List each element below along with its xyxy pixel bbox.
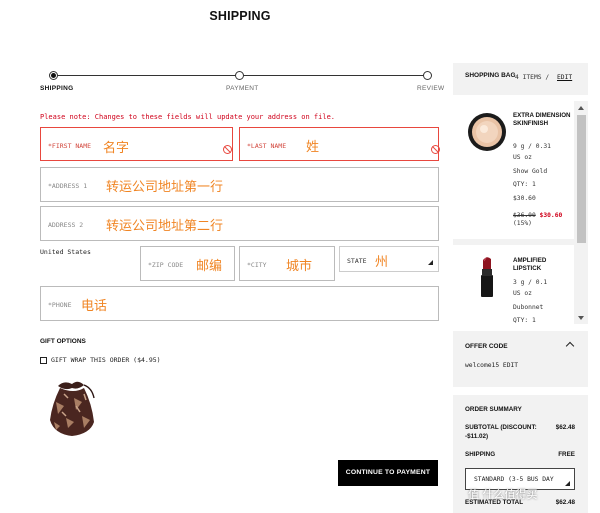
gift-bag-image <box>50 381 95 436</box>
phone-value: 电话 <box>81 299 108 314</box>
shipping-label: SHIPPING <box>465 451 496 458</box>
item-size: 3 g / 0.1 <box>513 279 548 286</box>
address1-field[interactable]: *ADDRESS 1 转运公司地址第一行 <box>40 167 439 202</box>
zip-code-value: 邮编 <box>196 259 223 274</box>
state-value: 州 <box>375 255 389 270</box>
address-note: Please note: Changes to these fields wil… <box>40 113 336 121</box>
last-name-value: 姓 <box>306 140 320 155</box>
item-sale-price: $30.60 <box>539 212 563 219</box>
address1-label: *ADDRESS 1 <box>48 182 88 190</box>
state-select[interactable]: STATE 州 <box>339 246 439 272</box>
item-price: $30.60 <box>513 195 536 202</box>
step-dot-review <box>423 71 432 80</box>
item-qty: QTY: 1 <box>513 181 536 188</box>
item-name: AMPLIFIED LIPSTICK <box>513 257 547 272</box>
shipping-value: FREE <box>558 451 575 458</box>
chevron-up-icon[interactable] <box>565 341 575 351</box>
item-shade: Show Gold <box>513 168 548 175</box>
bag-scrollbar[interactable] <box>574 101 588 324</box>
offer-code-panel: OFFER CODE welcome15 EDIT <box>453 331 588 387</box>
address1-value: 转运公司地址第一行 <box>106 180 224 195</box>
watermark: 值 什么值得买 <box>468 488 538 501</box>
subtotal-label-line2: -$11.02) <box>465 432 489 440</box>
item-unit: US oz <box>513 290 532 297</box>
state-label: STATE <box>347 257 367 265</box>
gift-wrap-option[interactable]: GIFT WRAP THIS ORDER ($4.95) <box>40 355 161 365</box>
shopping-bag-header: SHOPPING BAG 4 ITEMS / EDIT <box>453 63 588 95</box>
bag-item: AMPLIFIED LIPSTICK 3 g / 0.1 US oz Dubon… <box>453 245 574 324</box>
step-label-payment[interactable]: PAYMENT <box>226 85 259 92</box>
dropdown-caret-icon <box>565 481 570 486</box>
last-name-label: *LAST NAME <box>247 142 287 150</box>
item-name: EXTRA DIMENSION SKINFINISH <box>513 112 571 127</box>
address2-label: ADDRESS 2 <box>48 221 84 229</box>
bag-item: EXTRA DIMENSION SKINFINISH 9 g / 0.31 US… <box>453 101 574 239</box>
city-label: *CITY <box>247 261 267 269</box>
bag-item-count: 4 ITEMS / <box>515 74 550 81</box>
phone-label: *PHONE <box>48 301 72 309</box>
first-name-field[interactable]: *FIRST NAME 名字 <box>40 127 233 161</box>
order-summary-title: ORDER SUMMARY <box>465 406 522 413</box>
address2-field[interactable]: ADDRESS 2 转运公司地址第二行 <box>40 206 439 241</box>
offer-code-value[interactable]: welcome15 EDIT <box>465 362 518 369</box>
offer-code-title: OFFER CODE <box>465 343 508 350</box>
gift-wrap-label: GIFT WRAP THIS ORDER ($4.95) <box>51 356 161 364</box>
last-name-field[interactable]: *LAST NAME 姓 <box>239 127 440 161</box>
scroll-down-icon[interactable] <box>578 316 584 320</box>
city-value: 城市 <box>286 259 313 274</box>
step-dot-payment <box>235 71 244 80</box>
first-name-label: *FIRST NAME <box>48 142 92 150</box>
product-image-lipstick <box>465 253 509 301</box>
item-qty: QTY: 1 <box>513 317 536 324</box>
error-icon <box>223 145 232 154</box>
page-title: SHIPPING <box>209 9 271 23</box>
first-name-value: 名字 <box>103 141 130 156</box>
subtotal-value: $62.48 <box>555 424 575 431</box>
error-icon <box>431 145 440 154</box>
progress-line <box>53 75 239 76</box>
shopping-bag-title: SHOPPING BAG <box>465 72 516 79</box>
zip-code-field[interactable]: *ZIP CODE 邮编 <box>140 246 235 281</box>
bag-item-list[interactable]: EXTRA DIMENSION SKINFINISH 9 g / 0.31 US… <box>453 101 588 324</box>
step-label-review[interactable]: REVIEW <box>417 85 444 92</box>
gift-wrap-checkbox[interactable] <box>40 356 47 364</box>
phone-field[interactable]: *PHONE 电话 <box>40 286 439 321</box>
continue-to-payment-button[interactable]: CONTINUE TO PAYMENT <box>338 460 438 486</box>
bag-edit-link[interactable]: EDIT <box>557 74 572 81</box>
item-shade: Dubonnet <box>513 304 544 311</box>
total-value: $62.48 <box>555 499 575 506</box>
dropdown-caret-icon <box>428 260 433 265</box>
city-field[interactable]: *CITY 城市 <box>239 246 335 281</box>
scroll-up-icon[interactable] <box>578 106 584 110</box>
item-discount: (15%) <box>513 220 532 227</box>
scrollbar-thumb[interactable] <box>577 115 586 243</box>
shipping-method-value: STANDARD (3-5 BUS DAY <box>474 476 554 483</box>
subtotal-label-line1: SUBTOTAL (DISCOUNT: <box>465 424 537 431</box>
gift-options-title: GIFT OPTIONS <box>40 338 86 345</box>
item-unit: US oz <box>513 154 532 161</box>
subtotal-label: SUBTOTAL (DISCOUNT: -$11.02) <box>465 424 537 441</box>
item-size: 9 g / 0.31 <box>513 143 551 150</box>
country-value: United States <box>40 248 91 256</box>
step-label-shipping: SHIPPING <box>40 85 74 92</box>
zip-code-label: *ZIP CODE <box>148 261 184 269</box>
address2-value: 转运公司地址第二行 <box>106 219 224 234</box>
product-image-skinfinish <box>465 110 509 154</box>
progress-line <box>240 75 427 76</box>
step-dot-shipping <box>49 71 58 80</box>
